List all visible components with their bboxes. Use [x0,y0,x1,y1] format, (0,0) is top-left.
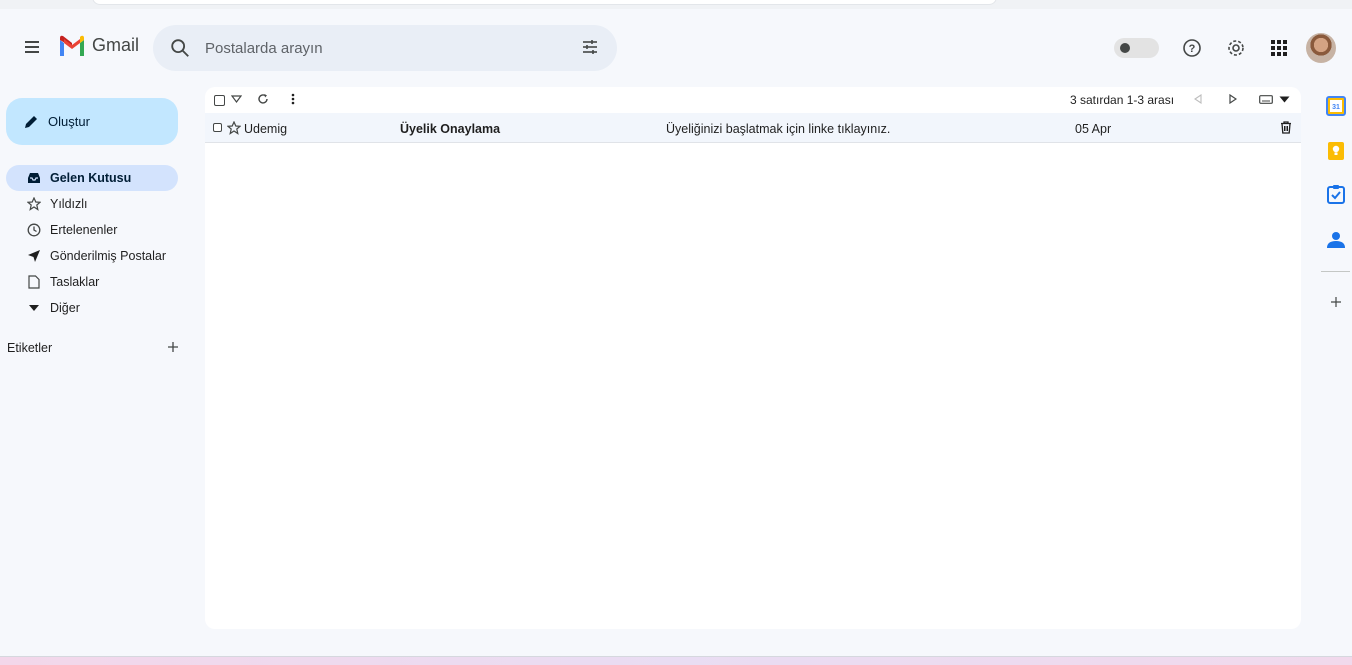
calendar-icon[interactable]: 31 [1324,94,1348,118]
select-all-checkbox[interactable] [214,95,225,106]
header: Gmail ? [0,9,1352,87]
main-menu-button[interactable] [18,33,46,61]
send-icon [26,248,42,264]
clock-icon [26,222,42,238]
sidebar-item-label: Gönderilmiş Postalar [50,249,167,263]
help-icon[interactable]: ? [1179,35,1205,61]
sidebar-nav: Gelen Kutusu Yıldızlı Ertelenenler Gönde… [6,165,178,321]
sidebar-item-inbox[interactable]: Gelen Kutusu [6,165,178,191]
input-tools-dropdown-icon[interactable] [1278,94,1290,104]
add-label-plus-icon[interactable] [165,339,181,355]
settings-gear-icon[interactable] [1223,35,1249,61]
taskbar-strip [0,656,1352,665]
email-row-checkbox[interactable] [213,123,222,132]
next-page-icon[interactable] [1227,93,1239,105]
add-addon-plus-icon[interactable] [1324,290,1348,314]
sidebar-item-drafts[interactable]: Taslaklar [6,269,178,295]
calendar-day: 31 [1332,104,1340,111]
sidebar-item-label: Ertelenenler [50,223,118,237]
search-icon[interactable] [169,37,191,64]
sidebar-item-label: Gelen Kutusu [50,171,132,185]
search-options-icon[interactable] [581,38,599,61]
email-row[interactable]: Udemig Üyelik Onaylama Üyeliğinizi başla… [205,113,1301,143]
compose-button[interactable]: Oluştur [6,98,178,145]
gmail-logo[interactable]: Gmail [58,35,139,56]
email-subject: Üyelik Onaylama [400,122,501,136]
gmail-wordmark: Gmail [92,35,140,55]
browser-top-strip [0,0,1352,9]
gmail-m-icon [60,35,84,56]
search-input[interactable] [205,35,565,61]
search-bar [153,25,617,71]
star-icon [26,196,42,212]
star-icon[interactable] [226,120,242,135]
account-avatar[interactable] [1306,33,1336,63]
keyboard-icon[interactable] [1258,93,1274,105]
labels-heading: Etiketler [7,341,53,355]
mail-toolbar: 3 satırdan 1-3 arası [205,87,1301,111]
sidebar-item-label: Yıldızlı [50,197,88,211]
toggle-knob [1120,43,1130,53]
mail-list-panel: 3 satırdan 1-3 arası Udemig Üyelik Onayl… [205,87,1301,629]
sidebar-item-sent[interactable]: Gönderilmiş Postalar [6,243,178,269]
sidebar-item-starred[interactable]: Yıldızlı [6,191,178,217]
delete-trash-icon[interactable] [1280,121,1294,135]
inbox-icon [26,170,42,186]
compose-label: Oluştur [48,114,90,129]
sidebar-item-more[interactable]: Diğer [6,295,178,321]
draft-icon [26,274,42,290]
email-date: 05 Apr [1075,122,1112,136]
select-options-chevron-icon[interactable] [230,94,242,104]
sidebar-item-label: Diğer [50,301,80,315]
labels-section: Etiketler [7,341,179,357]
tasks-icon[interactable] [1324,182,1348,206]
email-sender: Udemig [244,122,288,136]
more-vert-icon[interactable] [288,92,298,106]
side-panel-divider [1321,271,1350,272]
sidebar-item-snoozed[interactable]: Ertelenenler [6,217,178,243]
expand-more-icon [26,300,42,316]
hamburger-icon [25,41,39,53]
address-bar-edge [92,0,997,5]
refresh-icon[interactable] [256,92,270,106]
contacts-icon[interactable] [1324,228,1348,252]
prev-page-icon[interactable] [1192,93,1204,105]
keep-notes-icon[interactable] [1324,139,1348,163]
apps-grid-icon[interactable] [1266,35,1292,61]
pencil-icon [23,114,39,130]
status-toggle[interactable] [1114,38,1159,58]
email-snippet: Üyeliğinizi başlatmak için linke tıklayı… [666,122,891,136]
pagination-text: 3 satırdan 1-3 arası [1070,93,1175,107]
svg-text:?: ? [1189,43,1196,55]
sidebar-item-label: Taslaklar [50,275,100,289]
